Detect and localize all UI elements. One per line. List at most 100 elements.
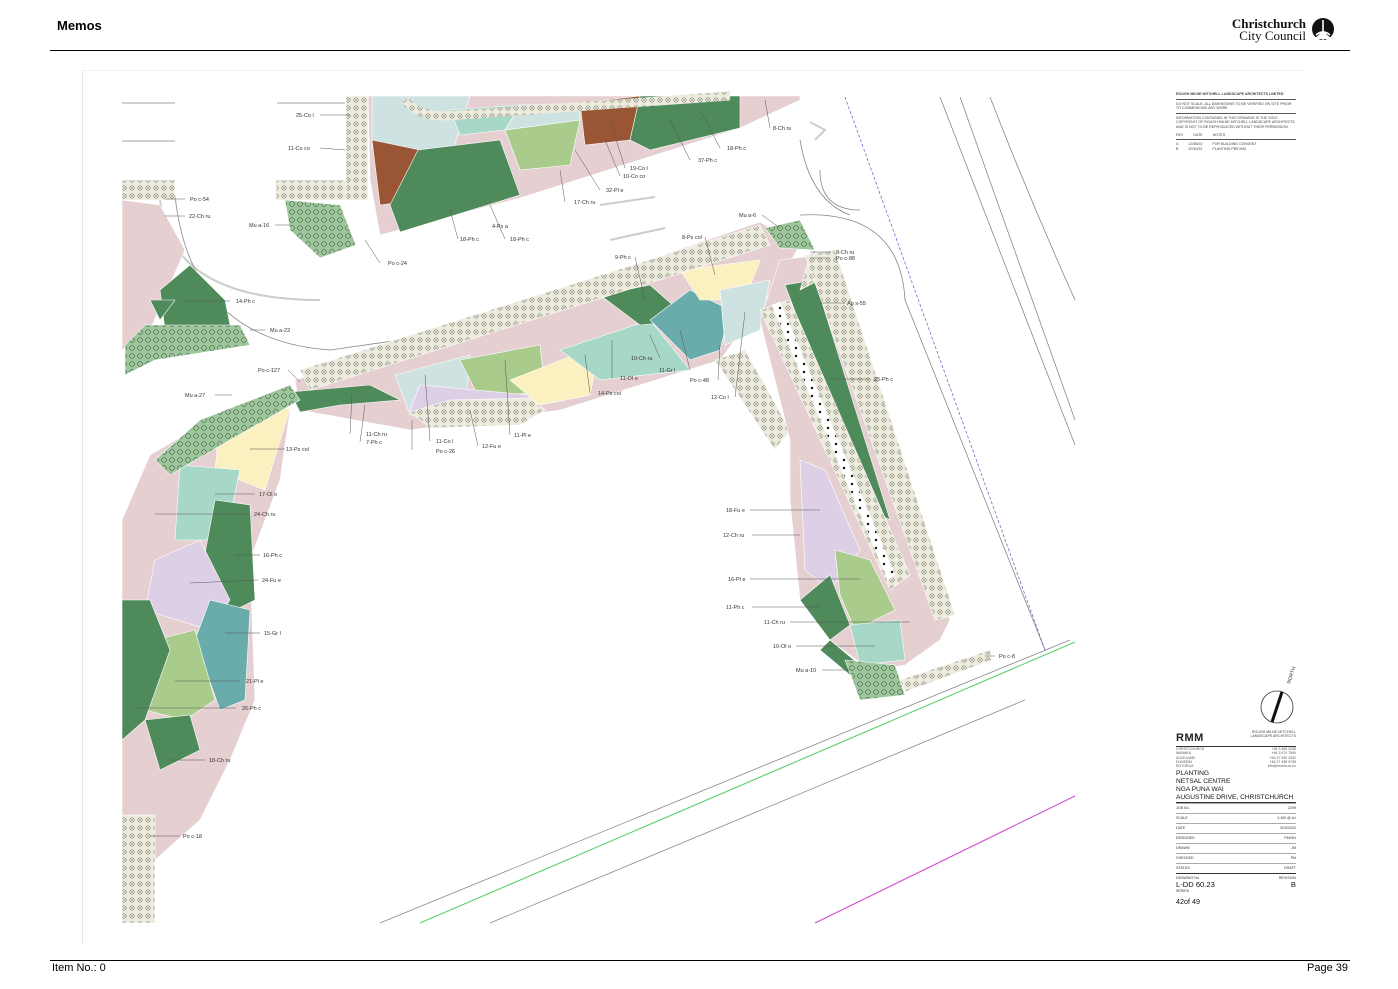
row-value: 1:100 @ A1	[1277, 816, 1296, 821]
date-col: DATE	[1193, 132, 1203, 137]
row-label: JOB No.	[1176, 806, 1190, 811]
plant-label: 24-Ch ru	[254, 512, 275, 518]
revision-row: B 20/10/22 PLANTING PRICING	[1176, 146, 1247, 151]
office-list: CHRISTCHURCH WANAKA AUCKLAND DUNEDIN ROT…	[1176, 747, 1205, 769]
plant-label: 8-Ps col	[682, 235, 702, 241]
plant-label: 10-Co co	[623, 174, 645, 180]
row-label: STATUS	[1176, 866, 1190, 871]
row-label: DESIGNED	[1176, 836, 1195, 841]
plant-label: 24-Fu e	[262, 578, 281, 584]
project-title: PLANTING NETSAL CENTRE NGA PUNA WAI AUGU…	[1176, 770, 1294, 802]
item-number: Item No.: 0	[52, 962, 106, 974]
drawing-notes: ROUGH MILNE MITCHELL LANDSCAPE ARCHITECT…	[1176, 92, 1296, 151]
magenta-boundary-line	[814, 795, 1076, 924]
row-label: DATE	[1176, 826, 1186, 831]
title-block-row: DESIGNED PM/GH	[1176, 833, 1296, 843]
plant-label: 11-Gr l	[659, 368, 675, 374]
plant-label: 18-Ph c	[460, 237, 479, 243]
plant-label: 18-Ph c	[510, 237, 529, 243]
title-block-rows: JOB No. 2299 SCALE 1:100 @ A1 DATE 3/10/2022 D…	[1176, 803, 1296, 873]
plant-label: 11-Ch ru	[366, 432, 387, 438]
plant-label: 11-Ph c	[726, 605, 745, 611]
plant-label: 13-Ps col	[286, 447, 309, 453]
notes-col: NOTES	[1212, 132, 1226, 137]
revision-header: REV DATE NOTES	[1176, 133, 1296, 138]
row-label: CHECKED	[1176, 856, 1194, 861]
plant-label: Po c-24	[388, 261, 407, 267]
plant-label: 18-Ph c	[727, 146, 746, 152]
plant-label: 10-Ol o	[773, 644, 791, 650]
plant-label: 4-Ps a	[492, 224, 509, 230]
notes-line: AND IS NOT TO BE REPRODUCED WITHOUT THEI…	[1176, 124, 1288, 129]
right-planting-bed	[759, 249, 993, 701]
title-block-row: SCALE 1:100 @ A1	[1176, 813, 1296, 823]
central-planting-bed	[289, 219, 816, 451]
title-block-row: DATE 3/10/2022	[1176, 823, 1296, 833]
phone-list: +64 3 366 3268 +64 3 974 7690 +64 27 992…	[1267, 747, 1296, 769]
row-label: SCALE	[1176, 816, 1188, 821]
plant-label: 26-Ph c	[242, 706, 261, 712]
green-boundary-line	[419, 641, 1076, 924]
plant-label: Po c-18	[183, 834, 202, 840]
plant-label: 10-Ch ru	[631, 356, 652, 362]
plant-label: Ap s-55	[847, 301, 866, 307]
plant-label: 11-Ol o	[620, 376, 638, 382]
plant-label: 12-Fu e	[482, 444, 501, 450]
plant-label: 11-Ch ru	[764, 620, 785, 626]
notes-line: ROUGH MILNE MITCHELL LANDSCAPE ARCHITECT…	[1176, 92, 1284, 96]
revision-letter: B	[1290, 880, 1296, 890]
plant-label: Po c-54	[190, 197, 209, 203]
plant-label: 7-Ph c	[366, 440, 382, 446]
plant-label: 12-Ch ru	[723, 533, 744, 539]
plant-label: Po c-26	[436, 449, 455, 455]
plant-label: 37-Ph c	[698, 158, 717, 164]
plant-label: Po c-127	[258, 368, 280, 374]
plant-label: Mu a-27	[185, 393, 205, 399]
plant-label: Po c-48	[690, 378, 709, 384]
sheet-number: 42of 49	[1176, 897, 1200, 907]
plant-label: Mu a-16	[249, 223, 269, 229]
plant-label: Po c-88	[836, 256, 855, 262]
west-planting-bed	[121, 384, 301, 924]
plant-label: 22-Ch ru	[189, 214, 210, 220]
firm-name: ROUGH MILNE MITCHELL LANDSCAPE ARCHITECT…	[1250, 730, 1296, 738]
plant-label: 21-Pl e	[246, 679, 263, 685]
title-block-row: DRAWN JM	[1176, 843, 1296, 853]
plant-label: 19-Co l	[630, 166, 648, 172]
series-label: SERIES	[1176, 889, 1190, 894]
drawing-number: L-DD 60.23	[1176, 880, 1215, 890]
plant-label: 25-Ph c	[874, 377, 893, 383]
plant-label: 17-Ol o	[259, 492, 277, 498]
plant-label: Mu a-22	[270, 328, 290, 334]
title-block: RMM ROUGH MILNE MITCHELL LANDSCAPE ARCHI…	[1176, 728, 1296, 906]
plant-label: 8-Ch ru	[773, 126, 791, 132]
north-arrow: NORTH	[1260, 666, 1297, 724]
north-label: NORTH	[1286, 666, 1297, 685]
plant-label: 12-Co l	[711, 395, 729, 401]
plant-label: 14-Ps col	[598, 391, 621, 397]
plant-label: 15-Gr l	[264, 631, 281, 637]
left-planting-bed	[121, 179, 251, 376]
row-value: 2299	[1288, 806, 1296, 811]
title-block-row: JOB No. 2299	[1176, 803, 1296, 813]
plant-label: Mu a-6	[739, 213, 756, 219]
row-value: JM	[1291, 846, 1296, 851]
firm-logo: RMM	[1176, 732, 1204, 744]
plant-label: 14-Ph c	[236, 299, 255, 305]
row-label: DRAWN	[1176, 846, 1190, 851]
title-block-row: CHECKED PM	[1176, 853, 1296, 863]
row-value: DRAFT	[1284, 866, 1296, 871]
plant-label: 9-Ph c	[615, 255, 631, 261]
plant-label: 16-Pl e	[728, 577, 745, 583]
plant-label: 25-Co l	[296, 113, 314, 119]
plant-label: 32-Pl e	[606, 188, 623, 194]
plant-label: 16-Ph c	[263, 553, 282, 559]
top-planting-bed	[275, 91, 801, 259]
plant-label: 18-Ch ru	[209, 758, 230, 764]
plant-label: Mu a-10	[796, 668, 816, 674]
rev-col: REV	[1176, 132, 1184, 137]
title-block-row: STATUS DRAFT	[1176, 863, 1296, 873]
row-value: PM	[1290, 856, 1296, 861]
plant-label: 11-Co co	[288, 146, 310, 152]
footer-rule	[50, 960, 1350, 961]
